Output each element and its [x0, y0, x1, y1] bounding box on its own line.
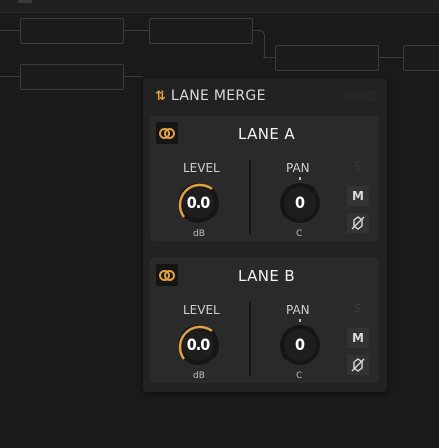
graph-node[interactable]	[149, 18, 253, 44]
graph-connection	[378, 57, 403, 58]
lane-name: LANE A	[238, 125, 296, 143]
graph-connection	[123, 76, 143, 77]
mute-button[interactable]: M	[347, 186, 369, 206]
pan-label: PAN	[286, 303, 310, 317]
link-toggle-button[interactable]	[156, 122, 178, 144]
phase-invert-button[interactable]	[347, 213, 369, 233]
phase-invert-icon	[351, 216, 365, 230]
phase-invert-icon	[351, 358, 365, 372]
panel-header: ⇅ LANE MERGE	[155, 87, 266, 105]
solo-label: S	[354, 160, 361, 173]
graph-node[interactable]	[275, 45, 379, 71]
graph-node[interactable]	[403, 45, 439, 71]
lane-name: LANE B	[238, 267, 296, 285]
top-toolbar-strip	[0, 0, 439, 13]
graph-connection	[0, 76, 20, 77]
level-knob[interactable]: 0.0	[175, 180, 221, 226]
pan-knob[interactable]: 0	[277, 322, 323, 368]
solo-label: S	[354, 302, 361, 315]
graph-connection	[123, 30, 149, 31]
phase-invert-button[interactable]	[347, 355, 369, 375]
lane-a-section: LANE A LEVEL PAN S 0.0 0 dB C M	[150, 116, 379, 241]
lane-b-section: LANE B LEVEL PAN S 0.0 0 dB C M	[150, 258, 379, 383]
merge-arrows-icon: ⇅	[155, 88, 166, 104]
link-icon-ring	[164, 128, 175, 139]
header-drag-handle[interactable]	[343, 90, 375, 102]
pan-unit: C	[296, 229, 303, 239]
graph-connection	[0, 30, 20, 31]
level-value: 0.0	[186, 335, 211, 354]
control-divider	[249, 302, 251, 376]
level-value: 0.0	[186, 193, 211, 212]
lane-merge-panel: ⇅ LANE MERGE LANE A LEVEL PAN S 0.0 0 dB…	[143, 78, 387, 392]
level-label: LEVEL	[183, 161, 220, 175]
graph-connection	[263, 57, 275, 58]
control-divider	[249, 160, 251, 234]
graph-connection	[252, 30, 265, 58]
link-toggle-button[interactable]	[156, 264, 178, 286]
menu-icon[interactable]	[18, 0, 32, 3]
pan-unit: C	[296, 371, 303, 381]
pan-knob[interactable]: 0	[277, 180, 323, 226]
pan-value: 0	[294, 193, 305, 212]
mute-button[interactable]: M	[347, 328, 369, 348]
link-icon-ring	[164, 270, 175, 281]
panel-title: LANE MERGE	[170, 88, 266, 104]
pan-label: PAN	[286, 161, 310, 175]
pan-value: 0	[294, 335, 305, 354]
level-knob[interactable]: 0.0	[175, 322, 221, 368]
level-unit: dB	[193, 229, 205, 239]
graph-node[interactable]	[20, 64, 124, 90]
graph-node[interactable]	[20, 18, 124, 44]
level-label: LEVEL	[183, 303, 220, 317]
level-unit: dB	[193, 371, 205, 381]
